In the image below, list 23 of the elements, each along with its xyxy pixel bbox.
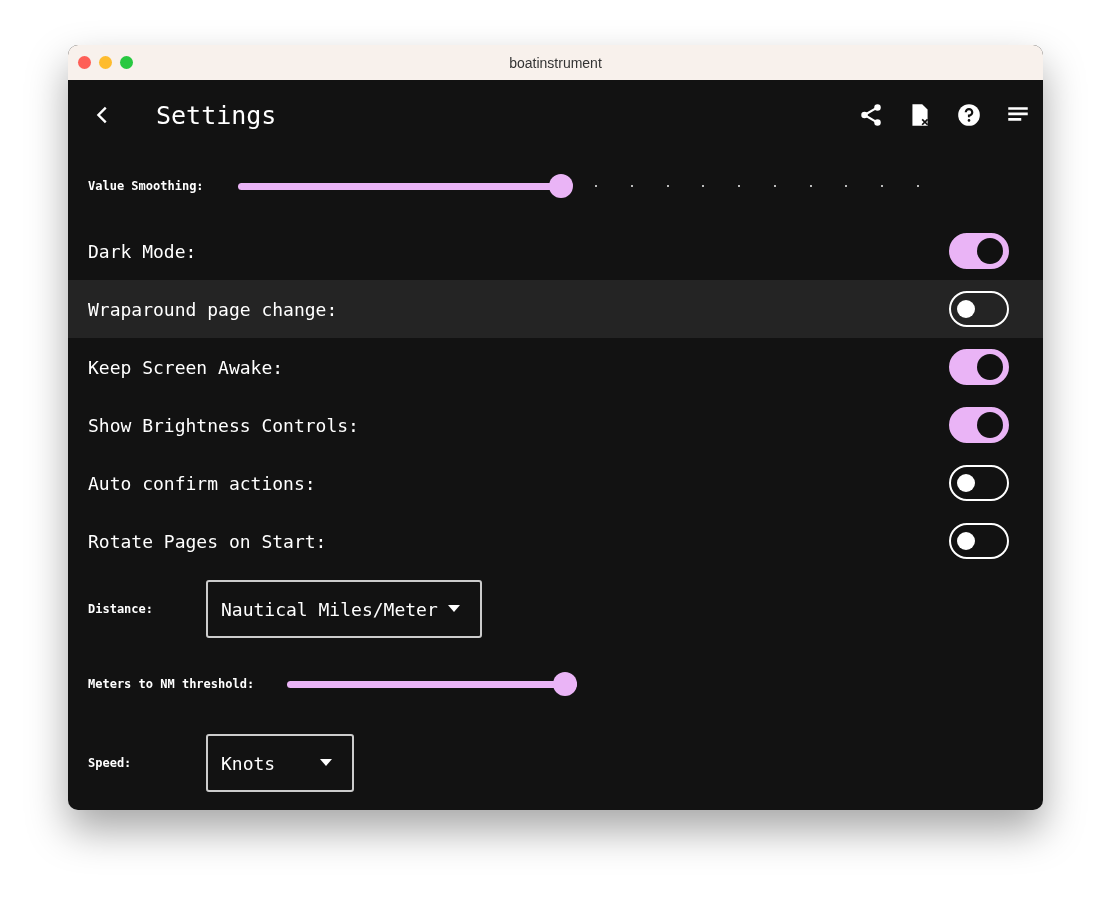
share-icon[interactable] [858, 102, 884, 128]
setting-label: Show Brightness Controls: [88, 414, 359, 436]
page-title: Settings [156, 100, 278, 130]
slider-track[interactable] [287, 672, 578, 696]
caret-icon [320, 759, 332, 767]
help-icon[interactable] [956, 102, 982, 128]
toggle-switch[interactable] [949, 407, 1009, 443]
window-title: boatinstrument [509, 54, 602, 71]
dropdown[interactable]: Knots [206, 734, 354, 792]
caret-icon [447, 605, 460, 613]
setting-label: Meters to NM threshold: [88, 677, 255, 691]
setting-label: Wraparound page change: [88, 298, 338, 320]
setting-label: Rotate Pages on Start: [88, 530, 327, 552]
dropdown[interactable]: Nautical Miles/Meter [206, 580, 482, 638]
setting-label: Distance: [88, 602, 155, 616]
close-button[interactable] [78, 56, 91, 69]
setting-label: Speed: [88, 756, 133, 770]
setting-label: Keep Screen Awake: [88, 356, 284, 378]
setting-label: Auto confirm actions: [88, 472, 316, 494]
setting-label: Dark Mode: [88, 240, 197, 262]
toggle-switch[interactable] [949, 349, 1009, 385]
setting-label: Value Smoothing: [88, 179, 204, 193]
toggle-switch[interactable] [949, 233, 1009, 269]
